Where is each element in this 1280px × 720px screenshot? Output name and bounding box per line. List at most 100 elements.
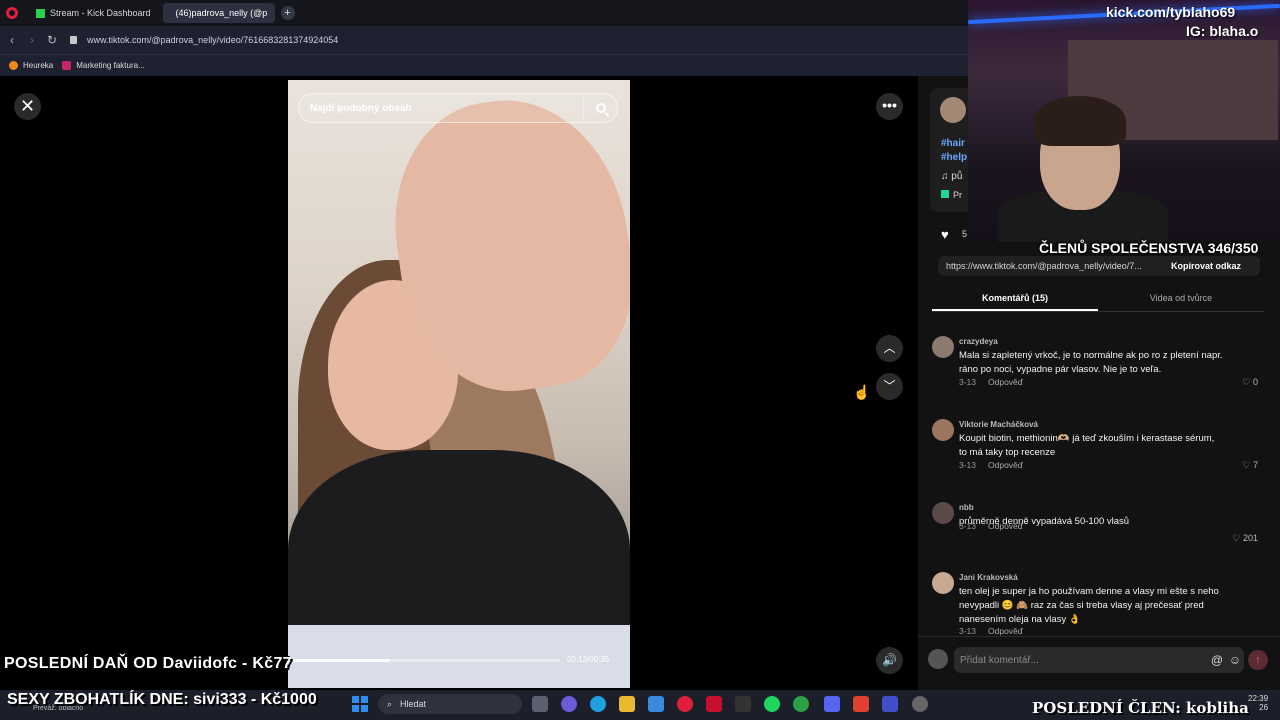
comment-meta: 3-13 Odpověď: [959, 377, 1023, 387]
discord-icon[interactable]: [824, 696, 840, 712]
comment-date: 3-13: [959, 460, 977, 470]
tab-kick-dashboard[interactable]: Stream - Kick Dashboard: [28, 3, 159, 23]
reply-button[interactable]: Odpověď: [988, 460, 1023, 470]
file-explorer-icon[interactable]: [619, 696, 635, 712]
store-icon[interactable]: [648, 696, 664, 712]
author-avatar[interactable]: [940, 97, 966, 123]
netflix-icon[interactable]: [706, 696, 722, 712]
back-arrow-icon[interactable]: ‹: [2, 33, 22, 47]
emoji-icon[interactable]: ☺: [1226, 653, 1244, 667]
tab-label: Stream - Kick Dashboard: [50, 8, 151, 18]
spotify-icon[interactable]: [764, 696, 780, 712]
comment-username[interactable]: Viktorie Macháčková: [959, 420, 1038, 429]
opera-menu-icon[interactable]: [6, 7, 18, 19]
comment-placeholder: Přidat komentář...: [960, 654, 1039, 666]
new-tab-button[interactable]: +: [280, 6, 295, 20]
streaming-app-icon[interactable]: [853, 696, 869, 712]
comment-username[interactable]: crazydeya: [959, 337, 998, 346]
reply-button[interactable]: Odpověď: [988, 521, 1023, 531]
comment-username[interactable]: Jani Krakovská: [959, 573, 1018, 582]
bookmark-heureka[interactable]: Heureka: [9, 61, 53, 70]
comment-avatar[interactable]: [932, 419, 954, 441]
comment-like[interactable]: ♡ 7: [1242, 460, 1258, 471]
comment-text: Koupit biotin, methionin🫶🏼 já teď zkouší…: [959, 433, 1215, 458]
kick-favicon-icon: [36, 8, 45, 18]
last-member-overlay: POSLEDNÍ ČLEN: kobliha: [1032, 699, 1249, 717]
close-video-button[interactable]: ✕: [14, 93, 41, 120]
share-link-text: https://www.tiktok.com/@padrova_nelly/vi…: [946, 261, 1142, 271]
comment-like-count: 0: [1252, 377, 1258, 387]
tab-tiktok[interactable]: (46)padrova_nelly (@p: [162, 3, 275, 23]
bookmark-marketing-faktura[interactable]: Marketing faktura...: [62, 61, 145, 70]
copy-link-button[interactable]: Kopírovat odkaz: [1171, 261, 1241, 271]
clock-date: 26: [1259, 703, 1269, 712]
hashtag-link[interactable]: #help: [941, 152, 967, 163]
comment-avatar[interactable]: [932, 502, 954, 524]
more-options-icon[interactable]: •••: [876, 93, 903, 120]
next-video-chevron-down-icon[interactable]: ﹀: [876, 373, 903, 400]
teams-icon[interactable]: [561, 696, 577, 712]
comment-meta: 3-13 Odpověď: [959, 521, 1023, 531]
similar-content-search[interactable]: Najdi podobný obsah: [298, 93, 618, 123]
xbox-icon[interactable]: [793, 696, 809, 712]
last-donation-overlay: POSLEDNÍ DAŇ OD Daviidofc - Kč77: [4, 655, 292, 672]
settings-gear-icon[interactable]: [912, 696, 928, 712]
comment-username[interactable]: nbb: [959, 503, 974, 512]
reload-icon[interactable]: ↻: [42, 33, 62, 47]
mention-icon[interactable]: @: [1208, 653, 1226, 667]
opera-icon[interactable]: [677, 696, 693, 712]
instagram-handle-overlay: IG: blaha.o: [1186, 23, 1259, 39]
kick-url-overlay: kick.com/tyblaho69: [1106, 4, 1236, 20]
comment-like-count: 201: [1242, 533, 1258, 543]
video-progress-bar[interactable]: [290, 659, 560, 662]
taskbar-search[interactable]: ⌕ Hledat: [378, 694, 522, 714]
comment-text: Mala si zapletený vrkoč, je to normálne …: [959, 350, 1223, 375]
comment-like[interactable]: ♡ 201: [1232, 533, 1258, 544]
bookmark-label: Marketing faktura...: [76, 61, 145, 70]
comment-date: 3-13: [959, 521, 977, 531]
unreal-app-icon[interactable]: [882, 696, 898, 712]
edge-icon[interactable]: [590, 696, 606, 712]
like-count: 5: [962, 229, 968, 239]
hand-cursor-icon: ☝: [853, 384, 871, 400]
comment-text: ten olej je super ja ho používam denne a…: [959, 586, 1219, 625]
task-view-icon[interactable]: [532, 696, 548, 712]
system-clock: 22:39 26: [1248, 694, 1268, 712]
forward-arrow-icon[interactable]: ›: [22, 33, 42, 47]
comment-like[interactable]: ♡ 0: [1242, 377, 1258, 388]
heart-outline-icon: ♡: [1242, 460, 1253, 470]
reply-button[interactable]: Odpověď: [988, 377, 1023, 387]
heart-icon[interactable]: ♥: [941, 227, 949, 242]
windows-start-icon[interactable]: [352, 696, 368, 712]
comment-date: 3-13: [959, 377, 977, 387]
heureka-icon: [9, 61, 18, 70]
hashtag-link[interactable]: #hair: [941, 138, 965, 149]
send-comment-arrow-up-icon[interactable]: ↑: [1248, 650, 1268, 670]
reply-button[interactable]: Odpověď: [988, 626, 1023, 636]
webcam-person-hair: [1034, 96, 1126, 146]
volume-icon[interactable]: 🔊: [876, 647, 903, 674]
tab-creator-videos[interactable]: Videa od tvůrce: [1098, 286, 1264, 311]
search-icon[interactable]: [583, 94, 617, 122]
comment-avatar[interactable]: [932, 336, 954, 358]
video-player[interactable]: [288, 80, 630, 688]
comments-list[interactable]: crazydeya Mala si zapletený vrkoč, je to …: [918, 330, 1268, 636]
taskbar-search-label: Hledat: [400, 699, 427, 709]
lock-icon: [70, 36, 77, 44]
comment-meta: 3-13 Odpověď: [959, 460, 1023, 470]
music-link[interactable]: ♫ pů: [941, 171, 962, 182]
promo-icon: [941, 190, 949, 198]
community-members-overlay: ČLENŮ SPOLEČENSTVA 346/350: [1039, 240, 1259, 256]
url-field[interactable]: www.tiktok.com/@padrova_nelly/video/7616…: [87, 35, 338, 45]
comment-date: 3-13: [959, 626, 977, 636]
epic-games-icon[interactable]: [735, 696, 751, 712]
comment-avatar[interactable]: [932, 572, 954, 594]
current-user-avatar: [928, 649, 948, 669]
share-link-row: https://www.tiktok.com/@padrova_nelly/vi…: [938, 256, 1260, 276]
search-icon: ⌕: [387, 698, 393, 709]
previous-video-chevron-up-icon[interactable]: ︿: [876, 335, 903, 362]
bookmarks-bar: Heureka Marketing faktura...: [0, 54, 968, 76]
tab-comments[interactable]: Komentářů (15): [932, 286, 1098, 311]
comment-input[interactable]: Přidat komentář... @ ☺: [954, 647, 1244, 673]
top-donor-overlay: SEXY ZBOHATLÍK DNE: sivi333 - Kč1000: [7, 691, 317, 708]
